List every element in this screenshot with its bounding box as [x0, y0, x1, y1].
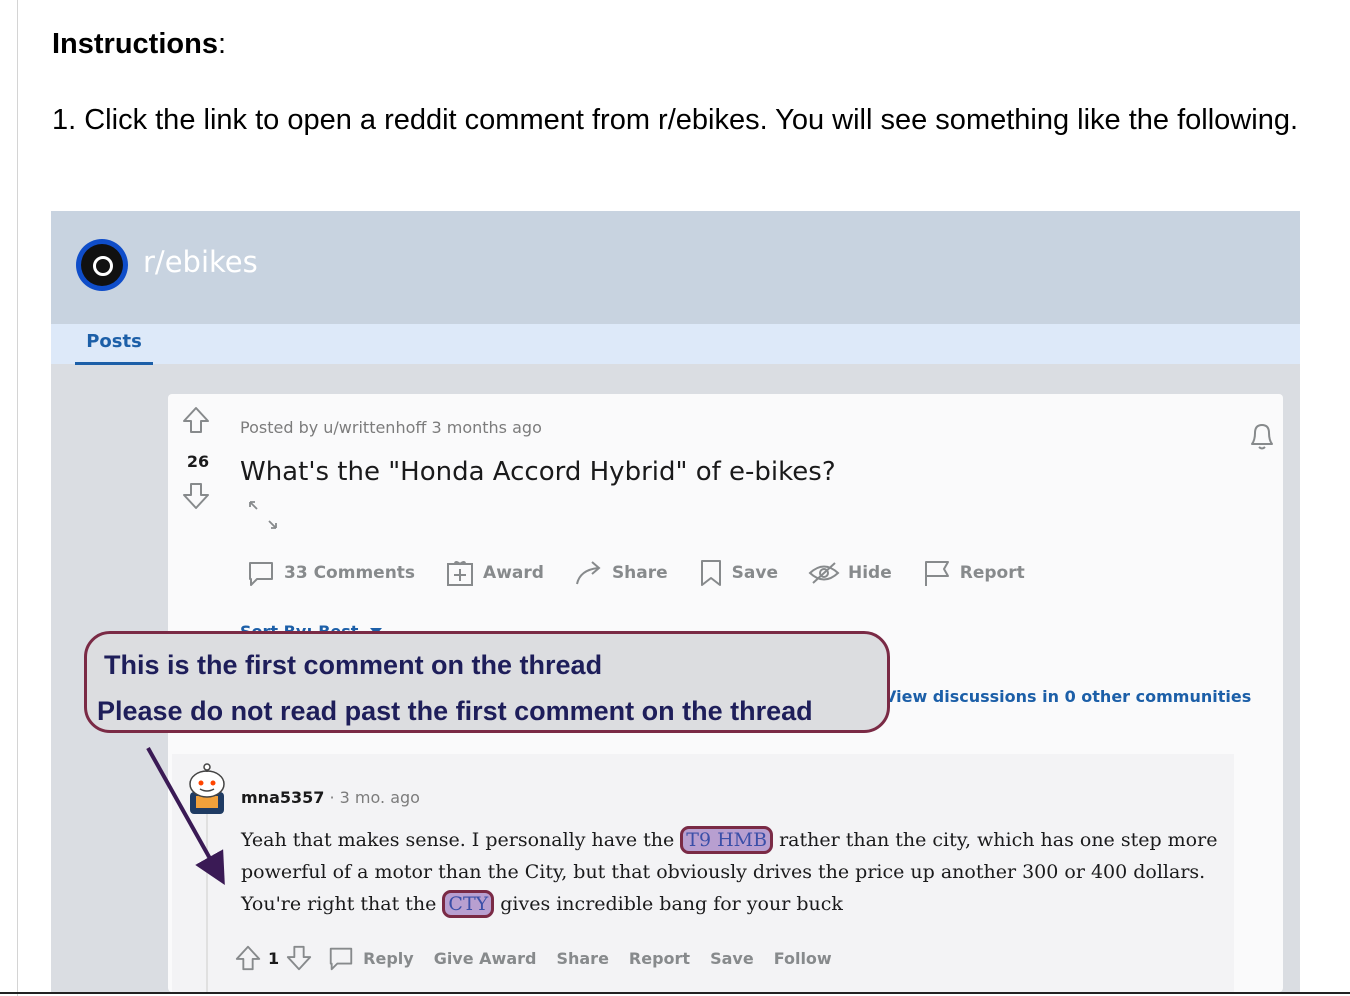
- instruction-step-1: 1. Click the link to open a reddit comme…: [52, 104, 1299, 136]
- bottom-border: [0, 992, 1350, 994]
- callout-arrow: [146, 747, 225, 885]
- callout-line-1: This is the first comment on the thread: [104, 650, 603, 680]
- reddit-screenshot: r/ebikes Posts 26 Posted by u/writtenhof…: [51, 211, 1300, 992]
- annotation-callout: This is the first comment on the thread …: [84, 631, 890, 733]
- left-border: [17, 0, 18, 996]
- callout-line-2: Please do not read past the first commen…: [97, 696, 813, 726]
- instructions-heading: Instructions:: [52, 28, 227, 60]
